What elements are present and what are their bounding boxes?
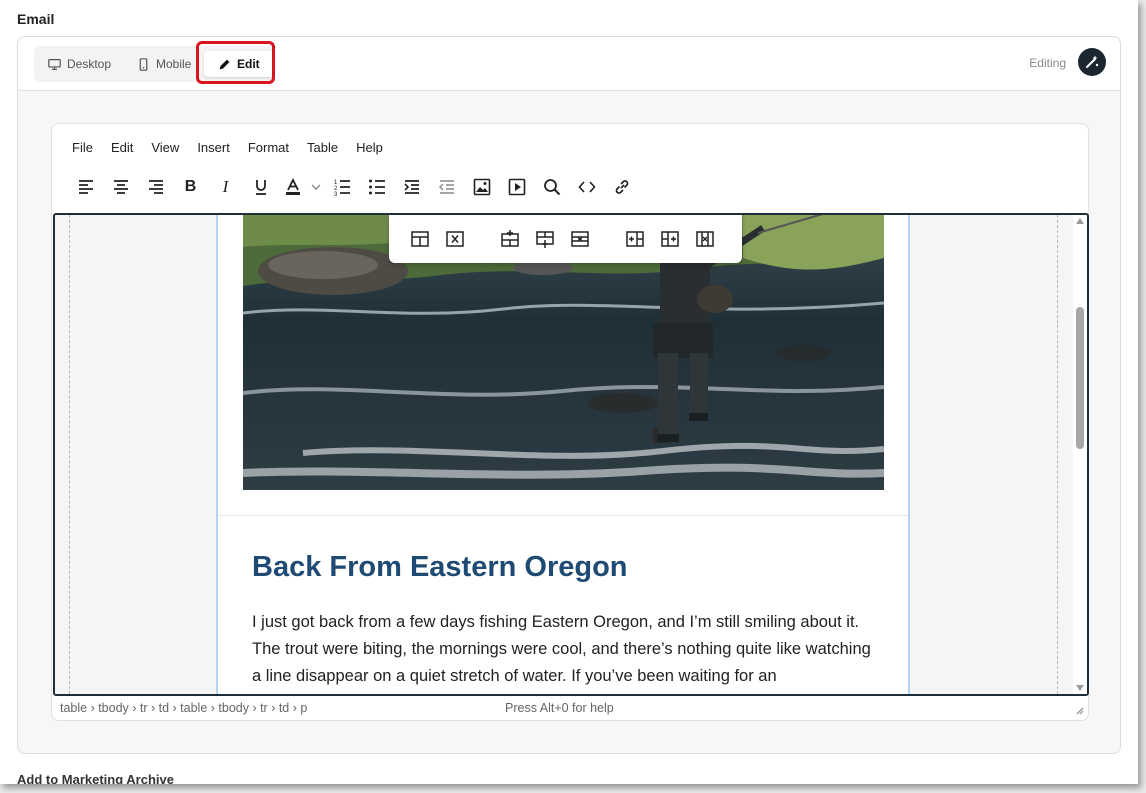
page: Email Desktop Mobile Edit Editing File E… xyxy=(0,0,1138,784)
image-icon[interactable] xyxy=(464,174,499,200)
menu-help[interactable]: Help xyxy=(356,140,392,155)
section-title: Email xyxy=(17,11,55,27)
editor-content-area[interactable]: Back From Eastern Oregon I just got back… xyxy=(53,213,1089,696)
delete-row-icon[interactable] xyxy=(562,226,597,252)
help-hint: Press Alt+0 for help xyxy=(505,701,614,715)
menu-format[interactable]: Format xyxy=(248,140,298,155)
tab-mobile-label: Mobile xyxy=(156,57,192,71)
insert-row-before-icon[interactable] xyxy=(492,226,527,252)
delete-column-icon[interactable] xyxy=(687,226,722,252)
magic-wand-icon[interactable] xyxy=(1078,48,1106,76)
desktop-icon xyxy=(48,58,61,70)
outer-table-border-right xyxy=(1057,215,1058,694)
vertical-scrollbar[interactable] xyxy=(1073,215,1087,694)
menu-file[interactable]: File xyxy=(72,140,102,155)
svg-text:3: 3 xyxy=(334,192,338,196)
formatting-toolbar: B I 123 xyxy=(68,174,639,200)
outdent-icon[interactable] xyxy=(429,174,464,200)
selected-cell-border-left xyxy=(216,215,218,694)
edit-highlight-annotation xyxy=(196,41,275,84)
menu-table[interactable]: Table xyxy=(307,140,347,155)
align-left-icon[interactable] xyxy=(68,174,103,200)
delete-table-icon[interactable] xyxy=(437,226,472,252)
section-divider xyxy=(218,515,908,516)
article-body[interactable]: I just got back from a few days fishing … xyxy=(252,609,872,690)
bullet-list-icon[interactable] xyxy=(359,174,394,200)
element-path[interactable]: table › tbody › tr › td › table › tbody … xyxy=(60,701,307,715)
tab-desktop-label: Desktop xyxy=(67,57,112,71)
source-code-icon[interactable] xyxy=(569,174,604,200)
scroll-thumb[interactable] xyxy=(1076,307,1084,449)
search-icon[interactable] xyxy=(534,174,569,200)
tab-desktop[interactable]: Desktop xyxy=(48,46,111,82)
indent-icon[interactable] xyxy=(394,174,429,200)
outer-table-border-left xyxy=(69,215,70,694)
selected-cell-border-right xyxy=(908,215,910,694)
menu-view[interactable]: View xyxy=(151,140,188,155)
text-color-dropdown-icon[interactable] xyxy=(308,174,324,200)
menu-edit[interactable]: Edit xyxy=(111,140,142,155)
resize-handle-icon[interactable] xyxy=(1074,705,1084,715)
scroll-down-arrow-icon[interactable] xyxy=(1076,685,1084,691)
right-gutter xyxy=(910,215,1075,694)
article-title[interactable]: Back From Eastern Oregon xyxy=(252,551,628,584)
rich-text-editor: File Edit View Insert Format Table Help … xyxy=(51,123,1089,721)
insert-column-after-icon[interactable] xyxy=(652,226,687,252)
editor-statusbar: table › tbody › tr › td › table › tbody … xyxy=(52,699,1088,719)
scroll-up-arrow-icon[interactable] xyxy=(1076,218,1084,224)
insert-column-before-icon[interactable] xyxy=(617,226,652,252)
table-properties-icon[interactable] xyxy=(402,226,437,252)
numbered-list-icon[interactable]: 123 xyxy=(324,174,359,200)
text-color-icon[interactable] xyxy=(278,174,308,200)
link-icon[interactable] xyxy=(604,174,639,200)
underline-icon[interactable] xyxy=(243,174,278,200)
editing-status: Editing xyxy=(1029,56,1066,70)
mobile-icon xyxy=(139,57,148,71)
media-icon[interactable] xyxy=(499,174,534,200)
email-card: Desktop Mobile Edit Editing File Edit Vi… xyxy=(17,36,1121,754)
marketing-archive-checkbox-label[interactable]: Add to Marketing Archive xyxy=(17,772,174,784)
left-gutter xyxy=(55,215,217,694)
table-context-toolbar xyxy=(389,215,742,263)
bold-icon[interactable]: B xyxy=(173,174,208,200)
align-right-icon[interactable] xyxy=(138,174,173,200)
tab-mobile[interactable]: Mobile xyxy=(137,46,191,82)
menu-insert[interactable]: Insert xyxy=(197,140,239,155)
insert-row-after-icon[interactable] xyxy=(527,226,562,252)
align-center-icon[interactable] xyxy=(103,174,138,200)
card-header: Desktop Mobile Edit Editing xyxy=(18,37,1120,91)
italic-icon[interactable]: I xyxy=(208,174,243,200)
menubar: File Edit View Insert Format Table Help xyxy=(72,140,401,155)
